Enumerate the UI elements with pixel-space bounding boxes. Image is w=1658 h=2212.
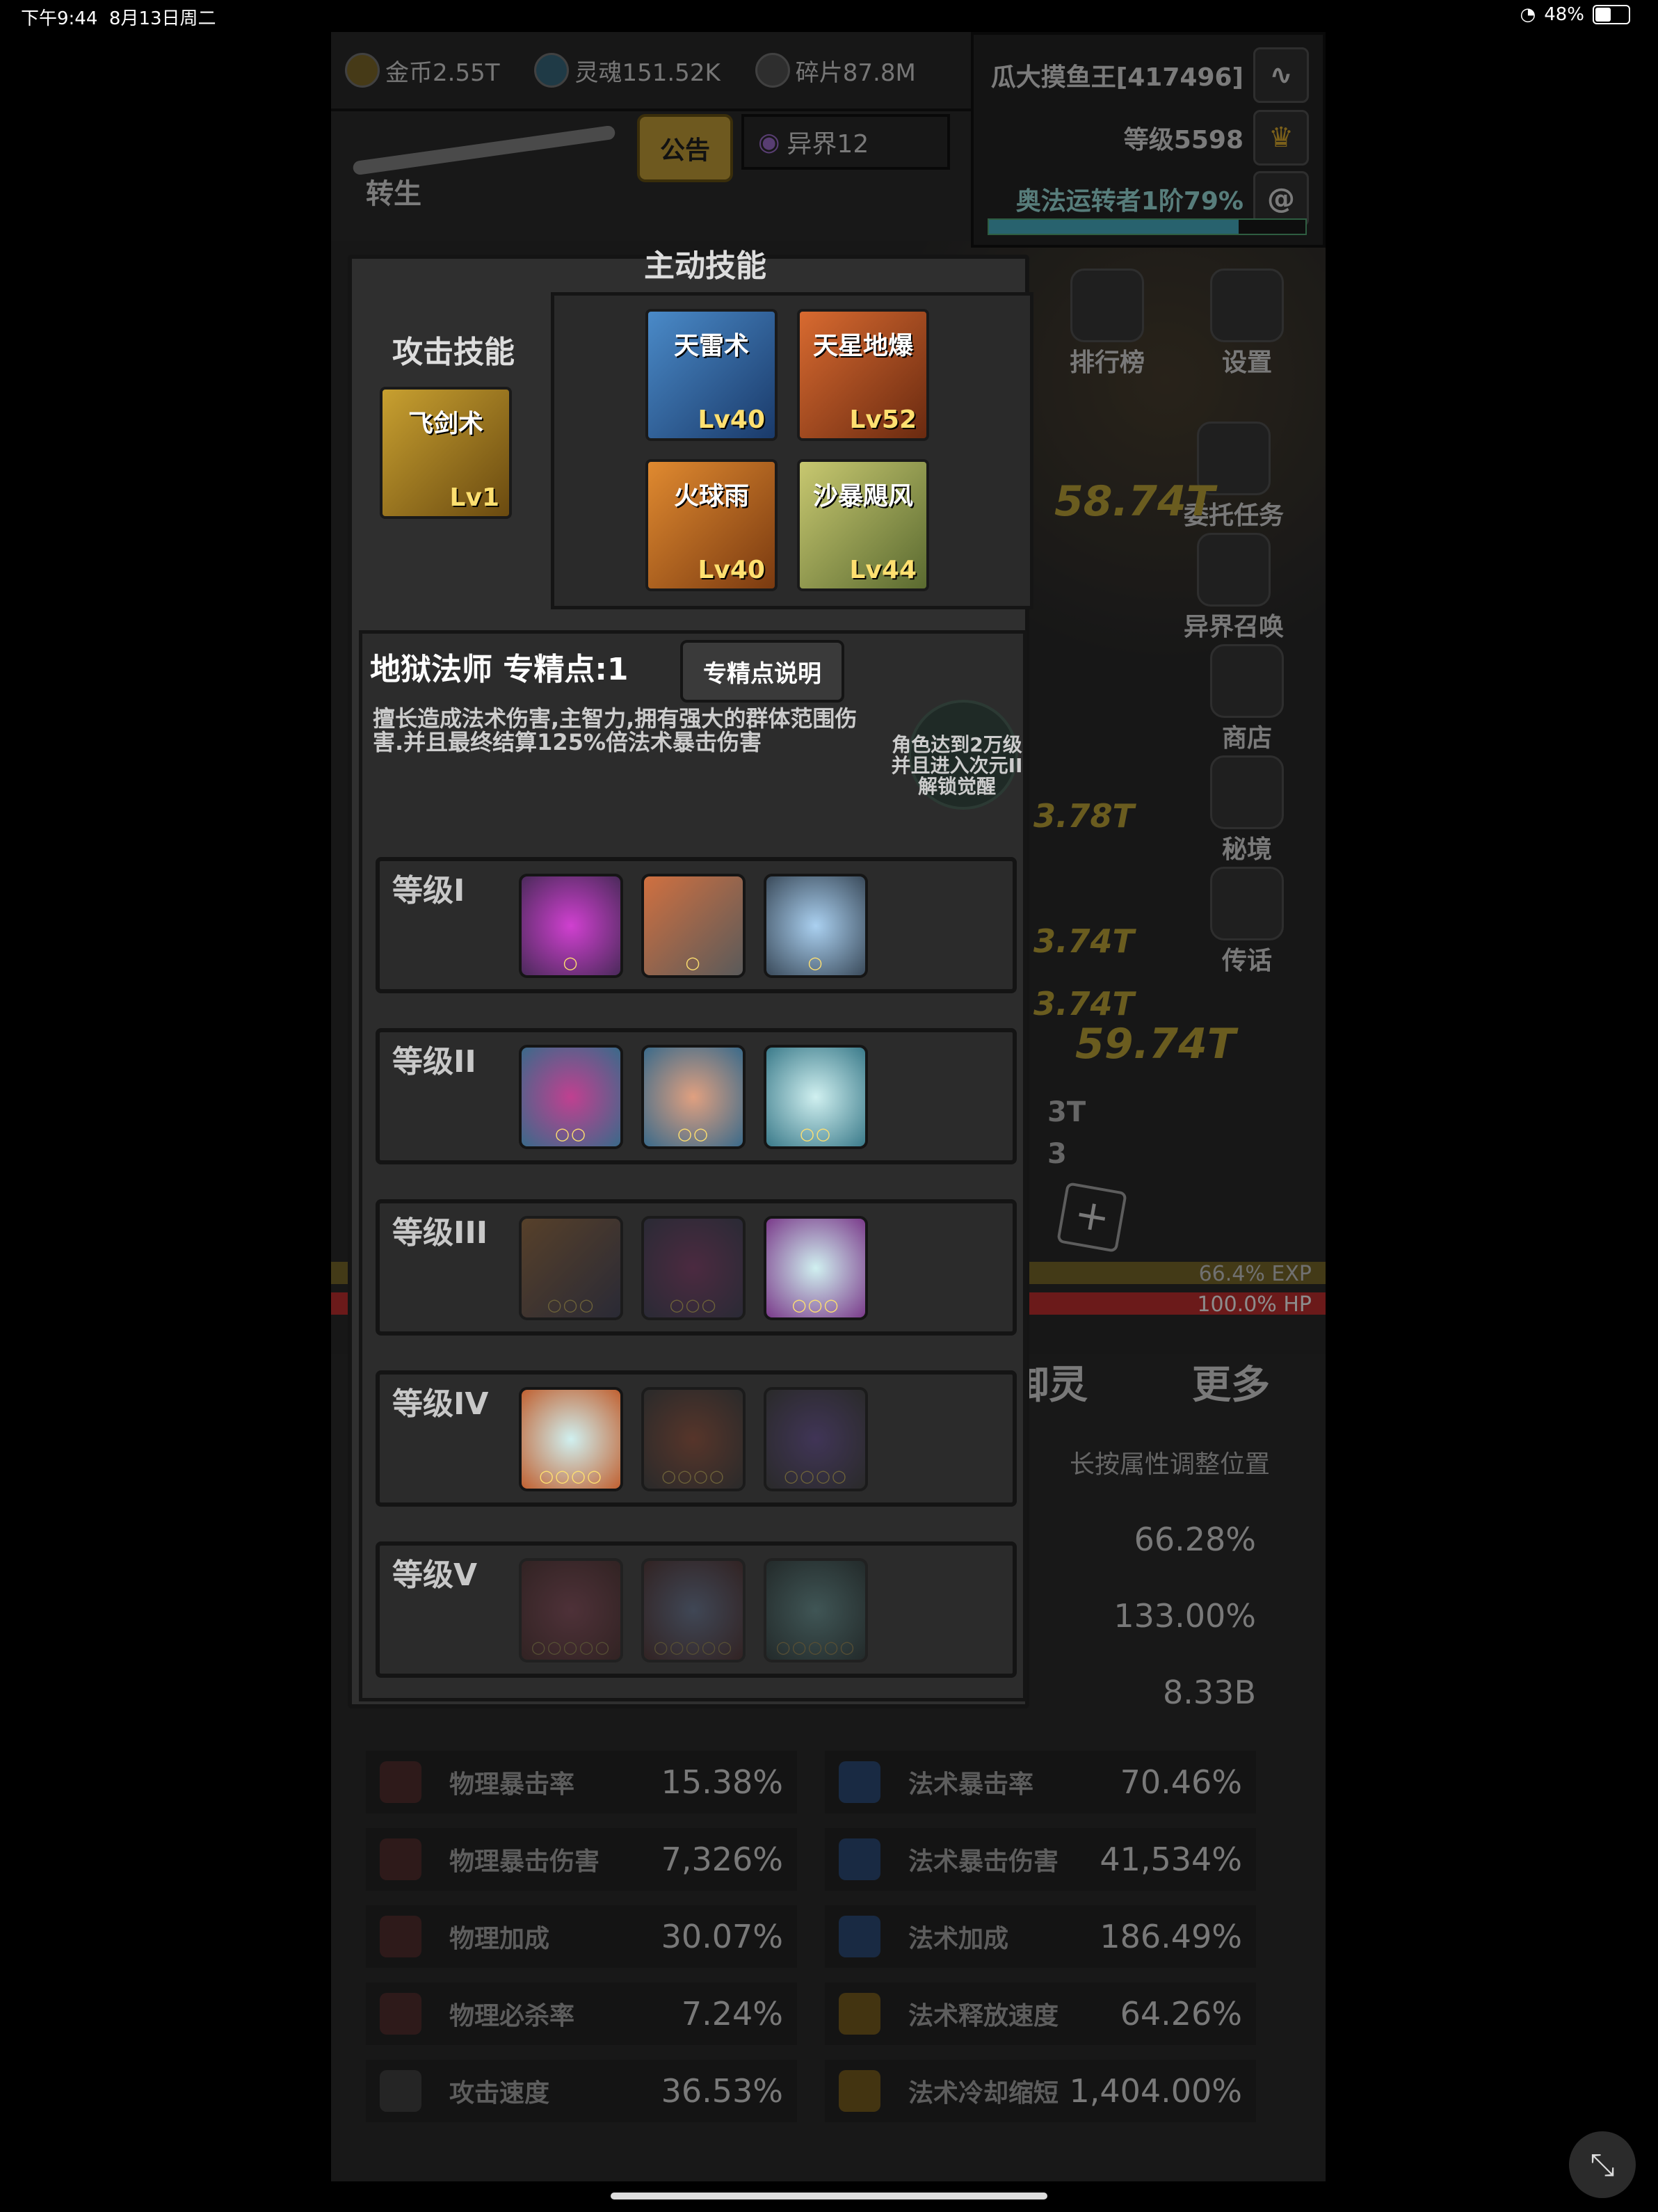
talent-spine-icon[interactable]: ○○○	[641, 1216, 746, 1320]
active-skill-slot[interactable]: 天星地爆 Lv52	[797, 309, 929, 441]
active-skill-slot[interactable]: 天雷术 Lv40	[645, 309, 778, 441]
talent-ice-shard-icon[interactable]: ○○○○○	[641, 1558, 746, 1662]
battery-icon	[1593, 5, 1630, 24]
spec-description: 擅长造成法术伤害,主智力,拥有强大的群体范围伤害.并且最终结算125%倍法术暴击…	[373, 705, 858, 755]
talent-pentagram-icon[interactable]: ○○○○	[764, 1387, 868, 1491]
spec-info-button[interactable]: 专精点说明	[680, 640, 844, 703]
battery-text: 48%	[1544, 4, 1584, 25]
tier-row: 等级V ○○○○○ ○○○○○ ○○○○○	[376, 1541, 1017, 1678]
talent-scroll-icon[interactable]: ○	[641, 874, 746, 978]
attack-skill-title: 攻击技能	[392, 335, 515, 370]
home-indicator[interactable]	[611, 2193, 1047, 2199]
active-skill-slot[interactable]: 火球雨 Lv40	[645, 459, 778, 591]
talent-ice-pillars-icon[interactable]: ○○○○○	[764, 1558, 868, 1662]
collapse-icon[interactable]: ⤡	[1569, 2131, 1636, 2198]
talent-ice-pillars-icon[interactable]: ○○	[764, 1045, 868, 1149]
talent-arcane-icon[interactable]: ○	[519, 874, 623, 978]
panel-title: 主动技能	[644, 248, 766, 284]
talent-ice-shard-icon[interactable]: ○	[764, 874, 868, 978]
talent-scroll-icon[interactable]: ○○○	[519, 1216, 623, 1320]
tier-row: 等级III ○○○ ○○○ ○○○	[376, 1199, 1017, 1336]
talent-burst-icon[interactable]: ○○○○	[641, 1387, 746, 1491]
awaken-hint: 角色达到2万级并且进入次元II解锁觉醒	[891, 733, 1023, 798]
active-skills-box	[551, 292, 1033, 609]
status-time: 下午9:44 8月13日周二	[21, 8, 216, 29]
spec-title: 地狱法师 专精点:1	[370, 652, 629, 687]
tier-row: 等级II ○○ ○○ ○○	[376, 1028, 1017, 1164]
status-right: ◔ 48%	[1520, 4, 1630, 25]
talent-ice-pillars-icon[interactable]: ○○○○	[519, 1387, 623, 1491]
tier-row: 等级I ○ ○ ○	[376, 857, 1017, 993]
talent-burst-icon[interactable]: ○○	[641, 1045, 746, 1149]
talent-ice-pillars-icon[interactable]: ○○○	[764, 1216, 868, 1320]
game-screen: 金币2.55T 灵魂151.52K 碎片87.8M 瓜大摸鱼王[417496] ∿…	[331, 32, 1326, 2181]
talent-spine-icon[interactable]: ○○	[519, 1045, 623, 1149]
tier-row: 等级IV ○○○○ ○○○○ ○○○○	[376, 1370, 1017, 1507]
active-skill-slot[interactable]: 沙暴飓风 Lv44	[797, 459, 929, 591]
attack-skill-slot[interactable]: 飞剑术 Lv1	[380, 387, 512, 519]
wifi-icon: ◔	[1520, 4, 1536, 25]
talent-ghost-icon[interactable]: ○○○○○	[519, 1558, 623, 1662]
